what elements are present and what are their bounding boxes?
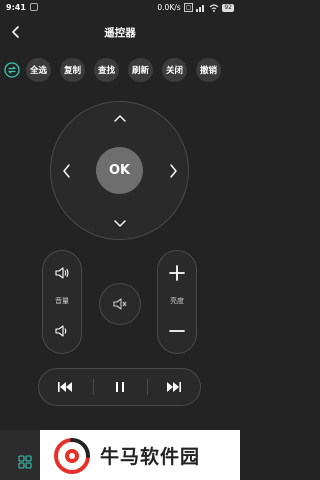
volume-label: 音量 [55, 297, 69, 305]
copy-button[interactable]: 复制 [60, 58, 85, 82]
page-title: 遥控器 [104, 27, 136, 39]
dpad: OK [50, 101, 189, 240]
sim-icon: ▢ [183, 3, 194, 12]
notification-icon [30, 3, 38, 11]
volume-up-icon[interactable] [54, 265, 70, 281]
watermark-logo [54, 438, 90, 474]
undo-button[interactable]: 撤销 [196, 58, 221, 82]
rewind-icon[interactable] [57, 379, 73, 395]
minus-icon[interactable] [169, 323, 185, 339]
media-controls [38, 368, 201, 406]
volume-down-icon[interactable] [54, 323, 70, 339]
status-time: 9:41 [6, 3, 26, 12]
select-all-button[interactable]: 全选 [26, 58, 51, 82]
refresh-button[interactable]: 刷新 [128, 58, 153, 82]
status-right: 0.0K/s ▢ 92 [157, 3, 234, 12]
plus-icon[interactable] [169, 265, 185, 281]
ok-button[interactable]: OK [96, 147, 143, 194]
close-button[interactable]: 关闭 [162, 58, 187, 82]
left-arrow-icon[interactable] [58, 163, 74, 179]
brightness-control: 亮度 [157, 250, 197, 354]
pause-icon[interactable] [112, 379, 128, 395]
volume-control: 音量 [42, 250, 82, 354]
header: 遥控器 [0, 20, 240, 44]
down-arrow-icon[interactable] [112, 216, 128, 232]
find-button[interactable]: 查找 [94, 58, 119, 82]
watermark-text: 牛马软件园 [100, 446, 201, 468]
fast-forward-icon[interactable] [166, 379, 182, 395]
right-arrow-icon[interactable] [166, 163, 182, 179]
media-separator [93, 379, 94, 395]
signal-icon [196, 4, 205, 12]
apps-grid-icon[interactable] [18, 455, 32, 469]
battery-icon: 92 [222, 3, 234, 12]
watermark: 牛马软件园 [40, 430, 240, 480]
mute-icon [113, 298, 127, 310]
brightness-label: 亮度 [170, 297, 184, 305]
status-bar: 9:41 0.0K/s ▢ 92 [0, 0, 240, 18]
up-arrow-icon[interactable] [112, 110, 128, 126]
wifi-icon [209, 3, 219, 12]
toolbar: 全选 复制 查找 刷新 关闭 撤销 [4, 58, 240, 82]
network-speed: 0.0K/s [157, 3, 181, 12]
mute-button[interactable] [99, 283, 141, 325]
input-switch-icon[interactable] [4, 62, 20, 78]
media-separator [147, 379, 148, 395]
